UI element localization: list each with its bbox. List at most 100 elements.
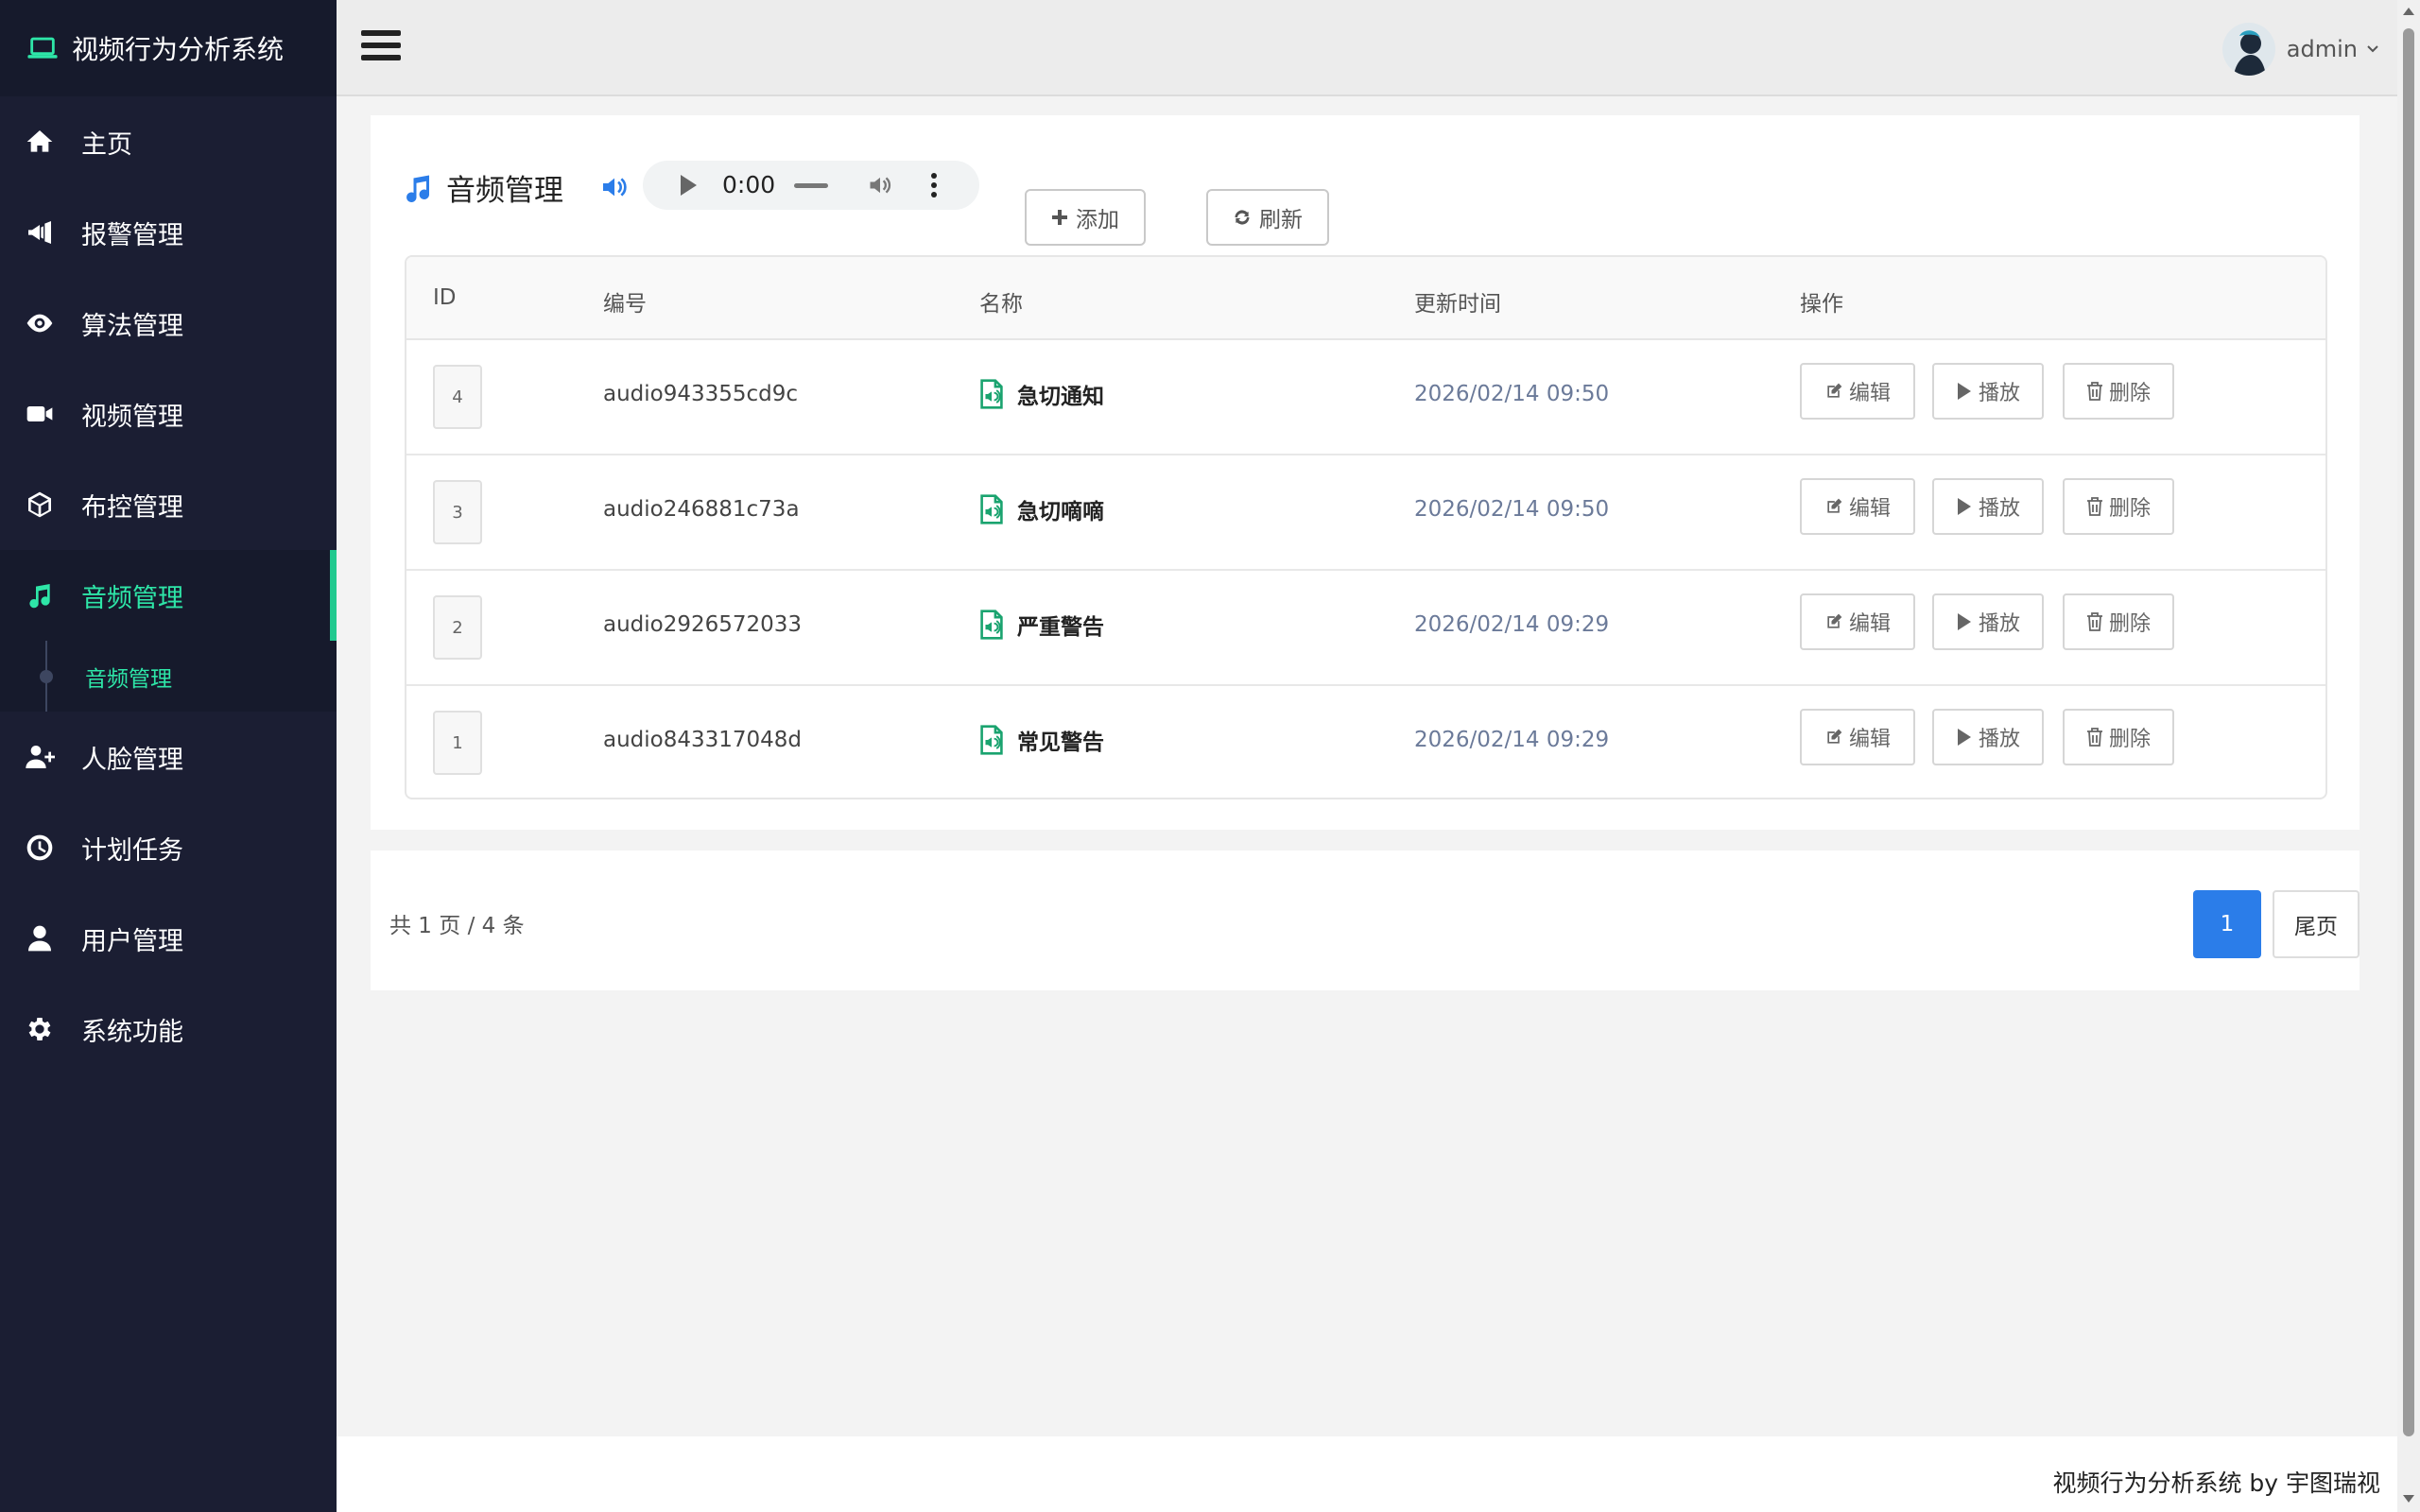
scroll-down-icon[interactable] bbox=[2403, 1495, 2414, 1503]
page-title: 音频管理 bbox=[401, 166, 563, 209]
sidebar-item-algorithm[interactable]: 算法管理 bbox=[0, 278, 337, 369]
edit-button[interactable]: 编辑 bbox=[1800, 709, 1915, 765]
play-button[interactable]: 播放 bbox=[1932, 709, 2044, 765]
delete-button[interactable]: 删除 bbox=[2063, 478, 2174, 535]
delete-button[interactable]: 删除 bbox=[2063, 593, 2174, 650]
scrollbar[interactable] bbox=[2397, 0, 2420, 1512]
sidebar: 视频行为分析系统 主页 报警管理 算法管理 视频管理 布控管理 音频管理 音频管… bbox=[0, 0, 337, 1512]
chevron-down-icon bbox=[2367, 45, 2378, 53]
edit-icon bbox=[1827, 613, 1842, 628]
sidebar-item-system[interactable]: 系统功能 bbox=[0, 984, 337, 1074]
add-button[interactable]: 添加 bbox=[1025, 189, 1146, 246]
row-time: 2026/02/14 09:29 bbox=[1414, 612, 1610, 637]
row-id: 3 bbox=[433, 480, 482, 544]
col-name: 名称 bbox=[979, 292, 1023, 317]
refresh-button[interactable]: 刷新 bbox=[1206, 189, 1329, 246]
sidebar-subitem-label: 音频管理 bbox=[85, 666, 172, 692]
edit-icon bbox=[1827, 729, 1842, 744]
scrollbar-thumb[interactable] bbox=[2403, 28, 2414, 1436]
play-icon[interactable] bbox=[681, 175, 697, 196]
sidebar-item-home[interactable]: 主页 bbox=[0, 96, 337, 187]
sidebar-item-label: 报警管理 bbox=[81, 220, 183, 250]
col-id: ID bbox=[433, 285, 457, 310]
row-id: 2 bbox=[433, 595, 482, 660]
subnav-dot bbox=[40, 670, 53, 683]
row-id: 4 bbox=[433, 365, 482, 429]
delete-button[interactable]: 删除 bbox=[2063, 709, 2174, 765]
menu-toggle-icon[interactable] bbox=[361, 30, 401, 66]
play-icon bbox=[1957, 383, 1971, 400]
user-menu[interactable]: admin bbox=[2221, 23, 2380, 76]
clock-icon bbox=[23, 831, 57, 865]
plus-icon bbox=[1052, 210, 1067, 225]
delete-label: 删除 bbox=[2108, 612, 2151, 636]
sidebar-subitem-audio[interactable]: 音频管理 bbox=[0, 641, 337, 712]
sidebar-item-video[interactable]: 视频管理 bbox=[0, 369, 337, 459]
avatar bbox=[2221, 23, 2275, 76]
edit-button[interactable]: 编辑 bbox=[1800, 363, 1915, 420]
table-row: 3 audio246881c73a 急切嘀嘀 2026/02/14 09:50 … bbox=[406, 455, 2325, 571]
play-button[interactable]: 播放 bbox=[1932, 363, 2044, 420]
progress-slider[interactable] bbox=[794, 183, 828, 188]
footer-text: 视频行为分析系统 by 宇图瑞视 bbox=[2052, 1469, 2380, 1497]
sidebar-item-face[interactable]: 人脸管理 bbox=[0, 712, 337, 802]
laptop-icon bbox=[27, 37, 58, 59]
sidebar-item-schedule[interactable]: 计划任务 bbox=[0, 802, 337, 893]
video-camera-icon bbox=[23, 397, 57, 431]
play-button[interactable]: 播放 bbox=[1932, 478, 2044, 535]
delete-button[interactable]: 删除 bbox=[2063, 363, 2174, 420]
sidebar-item-label: 音频管理 bbox=[81, 583, 183, 613]
edit-button[interactable]: 编辑 bbox=[1800, 478, 1915, 535]
gear-icon bbox=[23, 1012, 57, 1046]
row-name: 常见警告 bbox=[979, 724, 1104, 756]
edit-label: 编辑 bbox=[1848, 612, 1891, 636]
brand[interactable]: 视频行为分析系统 bbox=[0, 0, 337, 96]
cube-icon bbox=[23, 488, 57, 522]
play-button[interactable]: 播放 bbox=[1932, 593, 2044, 650]
audio-table: ID 编号 名称 更新时间 操作 4 audio943355cd9c 急切通知 … bbox=[405, 255, 2327, 799]
sidebar-item-label: 布控管理 bbox=[81, 492, 183, 523]
trash-icon bbox=[2086, 728, 2102, 747]
row-time: 2026/02/14 09:29 bbox=[1414, 728, 1610, 752]
sidebar-item-audio[interactable]: 音频管理 bbox=[0, 550, 337, 712]
trash-icon bbox=[2086, 497, 2102, 516]
user-icon bbox=[23, 921, 57, 955]
add-button-label: 添加 bbox=[1076, 208, 1119, 232]
player-time: 0:00 bbox=[722, 171, 776, 198]
row-name-text: 急切通知 bbox=[1017, 385, 1104, 409]
refresh-icon bbox=[1235, 210, 1250, 225]
refresh-button-label: 刷新 bbox=[1259, 208, 1303, 232]
delete-label: 删除 bbox=[2108, 728, 2151, 751]
row-time: 2026/02/14 09:50 bbox=[1414, 382, 1610, 406]
last-page-button[interactable]: 尾页 bbox=[2273, 890, 2360, 958]
sidebar-item-alarm[interactable]: 报警管理 bbox=[0, 187, 337, 278]
delete-label: 删除 bbox=[2108, 497, 2151, 521]
sidebar-item-deploy[interactable]: 布控管理 bbox=[0, 459, 337, 550]
audio-player[interactable]: 0:00 bbox=[643, 161, 979, 210]
scroll-up-icon[interactable] bbox=[2403, 8, 2414, 15]
speaker-icon[interactable] bbox=[599, 172, 630, 202]
sidebar-nav: 主页 报警管理 算法管理 视频管理 布控管理 音频管理 音频管理 人脸管理 计划… bbox=[0, 96, 337, 1074]
page-button-current[interactable]: 1 bbox=[2193, 890, 2261, 958]
sidebar-item-label: 计划任务 bbox=[81, 835, 183, 866]
volume-icon[interactable] bbox=[866, 172, 894, 198]
more-vertical-icon[interactable] bbox=[930, 172, 938, 198]
play-label: 播放 bbox=[1978, 382, 2020, 405]
edit-icon bbox=[1827, 383, 1842, 398]
pagination-info: 共 1 页 / 4 条 bbox=[389, 914, 525, 938]
music-icon bbox=[23, 578, 57, 612]
row-code: audio943355cd9c bbox=[603, 382, 799, 406]
sidebar-item-label: 视频管理 bbox=[81, 402, 183, 432]
footer: 视频行为分析系统 by 宇图瑞视 bbox=[337, 1436, 2397, 1512]
row-name: 急切嘀嘀 bbox=[979, 493, 1104, 525]
play-label: 播放 bbox=[1978, 728, 2020, 751]
sidebar-item-label: 系统功能 bbox=[81, 1017, 183, 1047]
audio-panel: 音频管理 0:00 添加 刷新 ID 编号 名称 更新时间 操作 4 audio… bbox=[371, 115, 2360, 830]
row-id: 1 bbox=[433, 711, 482, 775]
trash-icon bbox=[2086, 612, 2102, 631]
col-updated: 更新时间 bbox=[1414, 292, 1501, 317]
eye-icon bbox=[23, 306, 57, 340]
edit-button[interactable]: 编辑 bbox=[1800, 593, 1915, 650]
sidebar-item-users[interactable]: 用户管理 bbox=[0, 893, 337, 984]
row-name-text: 急切嘀嘀 bbox=[1017, 500, 1104, 524]
